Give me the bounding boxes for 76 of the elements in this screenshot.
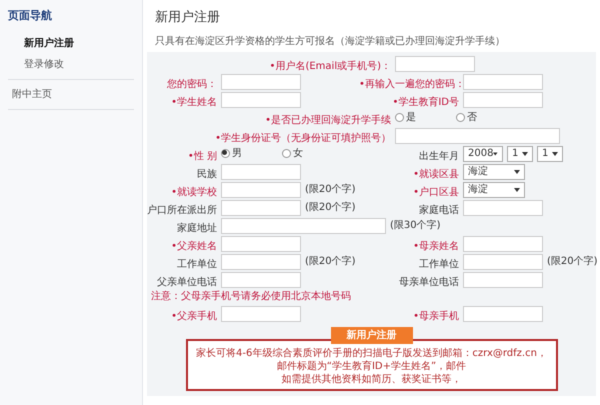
field-label: •再输入一遍您的密码： (359, 78, 465, 90)
input-field[interactable] (221, 306, 301, 322)
input-field[interactable] (463, 74, 543, 90)
field-label: •户口区县 (413, 186, 459, 198)
field-label: •性 别 (188, 150, 217, 162)
radio-label: 女 (293, 147, 303, 161)
input-field[interactable] (463, 92, 543, 108)
radio-button[interactable] (221, 149, 230, 158)
hint-text: (限30个字) (390, 218, 441, 233)
field-label: •是否已办理回海淀升学手续 (265, 114, 391, 126)
sidebar-item[interactable]: 附中主页 (8, 84, 134, 104)
field-label: •母亲手机 (413, 310, 459, 322)
hint-text: (限20个字) (305, 200, 356, 215)
field-label: •就读区县 (413, 168, 459, 180)
input-field[interactable] (463, 200, 543, 216)
input-field[interactable] (463, 236, 543, 252)
page-title: 新用户注册 (154, 9, 221, 27)
field-label: 您的密码： (167, 78, 217, 90)
field-label: 工作单位 (419, 258, 459, 270)
warning-note: 注意：父母亲手机号请务必使用北京本地号码 (151, 290, 351, 304)
caret-icon (514, 188, 520, 192)
sidebar-title: 页面导航 (7, 8, 53, 24)
radio-button[interactable] (282, 149, 291, 158)
radio-label: 男 (232, 147, 242, 161)
caret-icon (522, 152, 528, 156)
dropdown[interactable]: 海淀 (463, 182, 525, 198)
field-label: •就读学校 (171, 186, 217, 198)
hint-text: (限20个字) (547, 254, 598, 269)
radio-button[interactable] (456, 113, 465, 122)
caret-icon (493, 152, 498, 156)
dropdown[interactable]: 1 (507, 146, 533, 162)
sidebar-item[interactable]: 登录修改 (8, 54, 134, 74)
input-field[interactable] (221, 164, 301, 180)
dropdown[interactable]: 海淀 (463, 164, 525, 180)
input-field[interactable] (463, 254, 543, 270)
intro-text: 只具有在海淀区升学资格的学生方可报名（海淀学籍或已办理回海淀升学手续） (154, 34, 506, 48)
input-field[interactable] (463, 272, 543, 288)
input-field[interactable] (221, 218, 386, 234)
field-label: •学生姓名 (171, 96, 217, 108)
notice-line: 如需提供其他资料如简历、获奖证书等， (282, 372, 462, 386)
field-label: 家庭电话 (419, 204, 459, 216)
input-field[interactable] (463, 306, 543, 322)
field-label: 父亲单位电话 (157, 276, 217, 288)
caret-icon (552, 152, 558, 156)
input-field[interactable] (221, 254, 301, 270)
field-label: •父亲姓名 (171, 240, 217, 252)
input-field[interactable] (221, 74, 301, 90)
field-label: •父亲手机 (171, 310, 217, 322)
caret-icon (514, 170, 520, 174)
hint-text: (限20个字) (305, 182, 356, 197)
notice-line: 家长可将4-6年级综合素质评价手册的扫描电子版发送到邮箱：czrx@rdfz.cn， (196, 346, 547, 360)
input-field[interactable] (221, 200, 301, 216)
field-label: 出生年月 (419, 150, 459, 162)
field-label: 民族 (197, 168, 217, 180)
field-label: •学生身份证号（无身份证可填护照号） (215, 132, 391, 144)
notice-line: 邮件标题为“学生教育ID+学生姓名”，邮件 (276, 360, 466, 372)
radio-label: 是 (406, 111, 416, 125)
input-field[interactable] (395, 128, 560, 144)
sidebar-item[interactable]: 新用户注册 (8, 32, 134, 54)
input-field[interactable] (395, 56, 475, 72)
field-label: 户口所在派出所 (147, 204, 217, 216)
field-label: 家庭地址 (177, 222, 217, 234)
radio-label: 否 (467, 111, 477, 125)
field-label: 工作单位 (177, 258, 217, 270)
radio-button[interactable] (395, 113, 404, 122)
input-field[interactable] (221, 272, 301, 288)
field-label: •学生教育ID号 (392, 96, 459, 108)
field-label: 母亲单位电话 (399, 276, 459, 288)
input-field[interactable] (221, 92, 301, 108)
input-field[interactable] (221, 236, 301, 252)
dropdown[interactable]: 1 (537, 146, 563, 162)
dropdown[interactable]: 2008 (463, 146, 503, 162)
field-label: •用户名(Email或手机号)： (270, 60, 391, 72)
hint-text: (限20个字) (305, 254, 356, 269)
input-field[interactable] (221, 182, 301, 198)
field-label: •母亲姓名 (413, 240, 459, 252)
